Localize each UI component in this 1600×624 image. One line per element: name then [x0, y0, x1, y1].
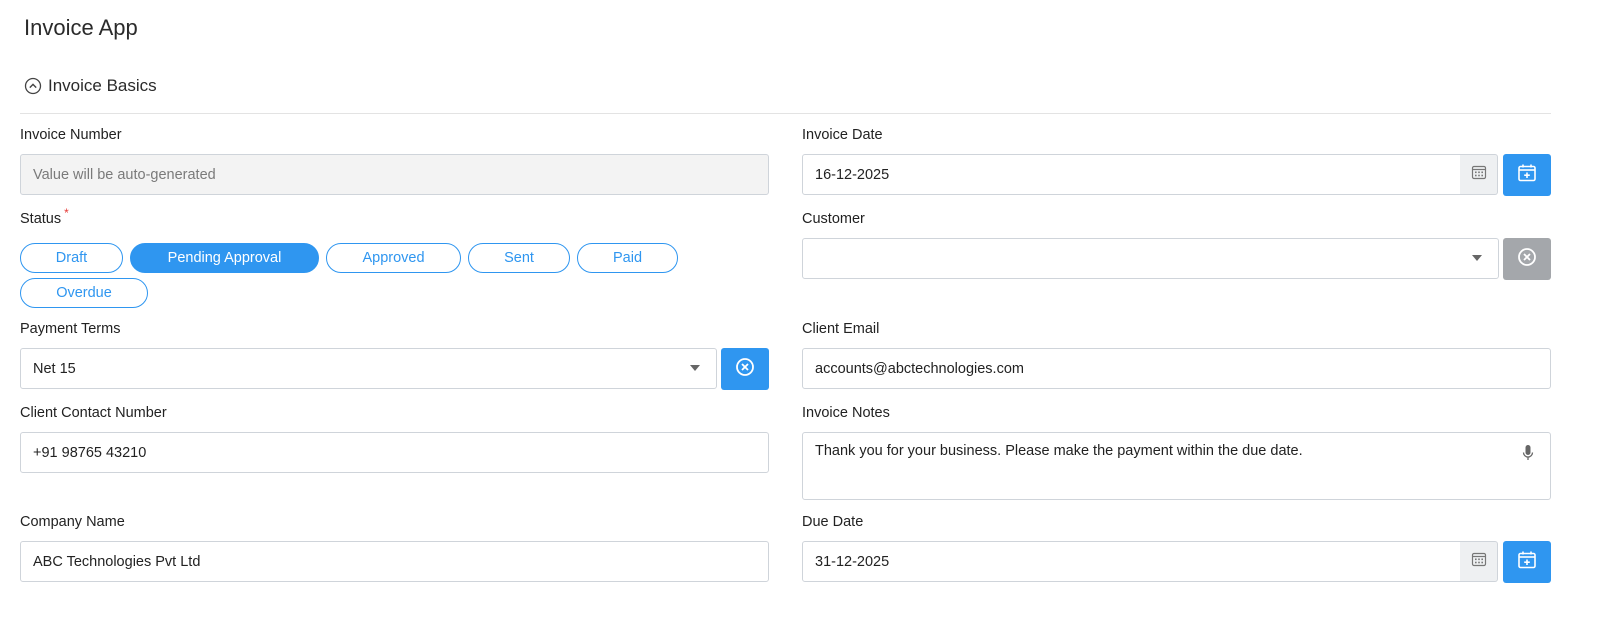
invoice-date-add-button[interactable]: [1503, 154, 1551, 196]
client-contact-input[interactable]: +91 98765 43210: [20, 432, 769, 473]
company-name-label: Company Name: [20, 514, 125, 530]
invoice-date-calendar-button[interactable]: [1460, 154, 1498, 195]
customer-select[interactable]: [802, 238, 1499, 279]
payment-terms-value: Net 15: [33, 360, 76, 377]
invoice-notes-value: Thank you for your business. Please make…: [815, 443, 1303, 459]
invoice-notes-textarea[interactable]: Thank you for your business. Please make…: [802, 432, 1551, 500]
client-email-input[interactable]: accounts@abctechnologies.com: [802, 348, 1551, 389]
status-pill-draft[interactable]: Draft: [20, 243, 123, 273]
due-date-calendar-button[interactable]: [1460, 541, 1498, 582]
due-date-input[interactable]: 31-12-2025: [802, 541, 1461, 582]
customer-label: Customer: [802, 211, 865, 227]
close-circle-icon: [1517, 247, 1537, 272]
calendar-plus-icon: [1517, 163, 1537, 188]
caret-down-icon: [690, 365, 700, 371]
invoice-number-label: Invoice Number: [20, 127, 122, 143]
client-contact-label: Client Contact Number: [20, 405, 167, 421]
close-circle-icon: [735, 357, 755, 382]
status-pill-pending-approval[interactable]: Pending Approval: [130, 243, 319, 273]
status-pill-approved[interactable]: Approved: [326, 243, 461, 273]
payment-terms-clear-button[interactable]: [721, 348, 769, 390]
due-date-label: Due Date: [802, 514, 864, 530]
invoice-date-input[interactable]: 16-12-2025: [802, 154, 1461, 195]
status-pill-sent[interactable]: Sent: [468, 243, 570, 273]
invoice-notes-label: Invoice Notes: [802, 405, 890, 421]
section-divider: [20, 113, 1551, 114]
calendar-plus-icon: [1517, 550, 1537, 575]
app-title: Invoice App: [24, 15, 138, 40]
caret-down-icon: [1472, 255, 1482, 261]
microphone-icon[interactable]: [1521, 444, 1535, 467]
calendar-icon: [1471, 164, 1487, 185]
invoice-date-label: Invoice Date: [802, 127, 883, 143]
section-header-invoice-basics[interactable]: Invoice Basics: [24, 76, 157, 96]
client-email-label: Client Email: [802, 321, 880, 337]
payment-terms-select[interactable]: Net 15: [20, 348, 717, 389]
invoice-number-field: Value will be auto-generated: [20, 154, 769, 195]
status-label: Status *: [20, 206, 69, 227]
customer-clear-button[interactable]: [1503, 238, 1551, 280]
calendar-icon: [1471, 551, 1487, 572]
required-marker: *: [64, 206, 69, 220]
status-label-text: Status: [20, 211, 62, 227]
status-pill-paid[interactable]: Paid: [577, 243, 678, 273]
section-title: Invoice Basics: [48, 76, 157, 95]
payment-terms-label: Payment Terms: [20, 321, 121, 337]
due-date-add-button[interactable]: [1503, 541, 1551, 583]
chevron-up-circle-icon[interactable]: [24, 77, 42, 95]
status-pill-overdue[interactable]: Overdue: [20, 278, 148, 308]
company-name-input[interactable]: ABC Technologies Pvt Ltd: [20, 541, 769, 582]
